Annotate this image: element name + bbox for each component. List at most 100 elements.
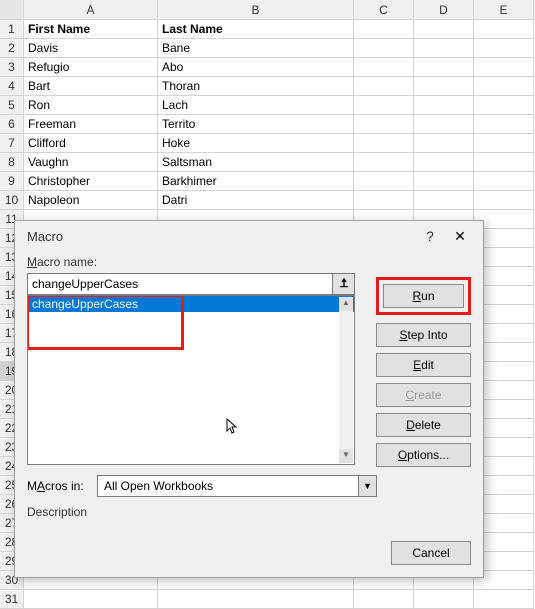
cell[interactable] <box>354 39 414 58</box>
cell[interactable] <box>354 115 414 134</box>
cell[interactable] <box>414 172 474 191</box>
cell[interactable] <box>414 191 474 210</box>
cell[interactable] <box>414 58 474 77</box>
cell[interactable] <box>414 590 474 609</box>
col-header-E[interactable]: E <box>474 0 534 20</box>
cell[interactable] <box>414 153 474 172</box>
col-header-B[interactable]: B <box>158 0 354 20</box>
cell[interactable] <box>354 134 414 153</box>
scroll-down-icon[interactable]: ▼ <box>339 449 353 463</box>
options-button[interactable]: Options... <box>376 443 471 467</box>
cell[interactable]: Christopher <box>24 172 158 191</box>
cell[interactable] <box>474 96 534 115</box>
row-header[interactable]: 8 <box>0 153 24 172</box>
col-header-D[interactable]: D <box>414 0 474 20</box>
row-header[interactable]: 9 <box>0 172 24 191</box>
cell[interactable]: Last Name <box>158 20 354 39</box>
collapse-icon[interactable] <box>333 273 355 295</box>
delete-button[interactable]: Delete <box>376 413 471 437</box>
cell[interactable] <box>474 191 534 210</box>
step-into-button[interactable]: Step Into <box>376 323 471 347</box>
row-header[interactable]: 3 <box>0 58 24 77</box>
select-all-corner[interactable] <box>0 0 24 20</box>
cell[interactable] <box>474 115 534 134</box>
close-button[interactable]: ✕ <box>445 228 475 245</box>
cell[interactable]: Ron <box>24 96 158 115</box>
cell[interactable]: Bane <box>158 39 354 58</box>
cell[interactable] <box>474 58 534 77</box>
cell[interactable]: Thoran <box>158 77 354 96</box>
scroll-up-icon[interactable]: ▲ <box>339 297 353 311</box>
cell[interactable] <box>474 39 534 58</box>
cell[interactable] <box>474 153 534 172</box>
macro-name-input[interactable] <box>27 273 333 295</box>
row-header[interactable]: 1 <box>0 20 24 39</box>
run-button[interactable]: Run <box>383 284 464 308</box>
cell[interactable]: Refugio <box>24 58 158 77</box>
table-row: 3RefugioAbo <box>0 58 535 77</box>
cell[interactable] <box>474 77 534 96</box>
cell[interactable] <box>414 134 474 153</box>
table-row: 5RonLach <box>0 96 535 115</box>
row-header[interactable]: 2 <box>0 39 24 58</box>
cell[interactable] <box>354 590 414 609</box>
col-header-A[interactable]: A <box>24 0 158 20</box>
dialog-body: Macro name: changeUpperCases ▲ <box>15 251 483 531</box>
cell[interactable]: Lach <box>158 96 354 115</box>
cell[interactable] <box>354 96 414 115</box>
cell[interactable]: Hoke <box>158 134 354 153</box>
table-row: 7CliffordHoke <box>0 134 535 153</box>
cell[interactable]: Freeman <box>24 115 158 134</box>
row-header[interactable]: 7 <box>0 134 24 153</box>
cell[interactable] <box>414 115 474 134</box>
list-scrollbar[interactable]: ▲ ▼ <box>339 297 353 463</box>
cell[interactable] <box>158 590 354 609</box>
cell[interactable] <box>24 590 158 609</box>
cell[interactable] <box>354 172 414 191</box>
cell[interactable] <box>354 191 414 210</box>
table-row: 9ChristopherBarkhimer <box>0 172 535 191</box>
cell[interactable] <box>354 153 414 172</box>
macros-in-select[interactable]: All Open Workbooks ▼ <box>97 475 377 497</box>
cell[interactable]: Datri <box>158 191 354 210</box>
cell[interactable]: Saltsman <box>158 153 354 172</box>
create-button: Create <box>376 383 471 407</box>
row-header[interactable]: 10 <box>0 191 24 210</box>
cursor-icon <box>226 418 240 436</box>
col-header-C[interactable]: C <box>354 0 414 20</box>
row-header[interactable]: 4 <box>0 77 24 96</box>
cell[interactable]: Abo <box>158 58 354 77</box>
macro-dialog: Macro ? ✕ Macro name: changeUpperCases <box>14 220 484 578</box>
macro-name-label: Macro name: <box>27 255 471 269</box>
cell[interactable] <box>474 590 534 609</box>
cell[interactable] <box>414 39 474 58</box>
edit-button[interactable]: Edit <box>376 353 471 377</box>
macros-in-label: MAcros in: <box>27 479 89 493</box>
cell[interactable]: Barkhimer <box>158 172 354 191</box>
cell[interactable] <box>414 96 474 115</box>
cancel-button[interactable]: Cancel <box>391 541 471 565</box>
row-header[interactable]: 6 <box>0 115 24 134</box>
cell[interactable] <box>474 172 534 191</box>
cell[interactable] <box>414 20 474 39</box>
cell[interactable]: Davis <box>24 39 158 58</box>
macros-in-value: All Open Workbooks <box>104 479 213 493</box>
macro-list[interactable]: changeUpperCases ▲ ▼ <box>27 295 355 465</box>
list-item[interactable]: changeUpperCases <box>28 296 354 312</box>
dialog-buttons: Run Step Into Edit Create Delete Options… <box>376 277 471 467</box>
cell[interactable]: Clifford <box>24 134 158 153</box>
cell[interactable]: First Name <box>24 20 158 39</box>
help-button[interactable]: ? <box>415 228 445 244</box>
row-header[interactable]: 31 <box>0 590 24 609</box>
cell[interactable] <box>354 20 414 39</box>
cell[interactable]: Bart <box>24 77 158 96</box>
row-header[interactable]: 5 <box>0 96 24 115</box>
cell[interactable]: Territo <box>158 115 354 134</box>
cell[interactable] <box>354 58 414 77</box>
cell[interactable] <box>354 77 414 96</box>
cell[interactable]: Vaughn <box>24 153 158 172</box>
cell[interactable]: Napoleon <box>24 191 158 210</box>
cell[interactable] <box>474 20 534 39</box>
cell[interactable] <box>474 134 534 153</box>
cell[interactable] <box>414 77 474 96</box>
